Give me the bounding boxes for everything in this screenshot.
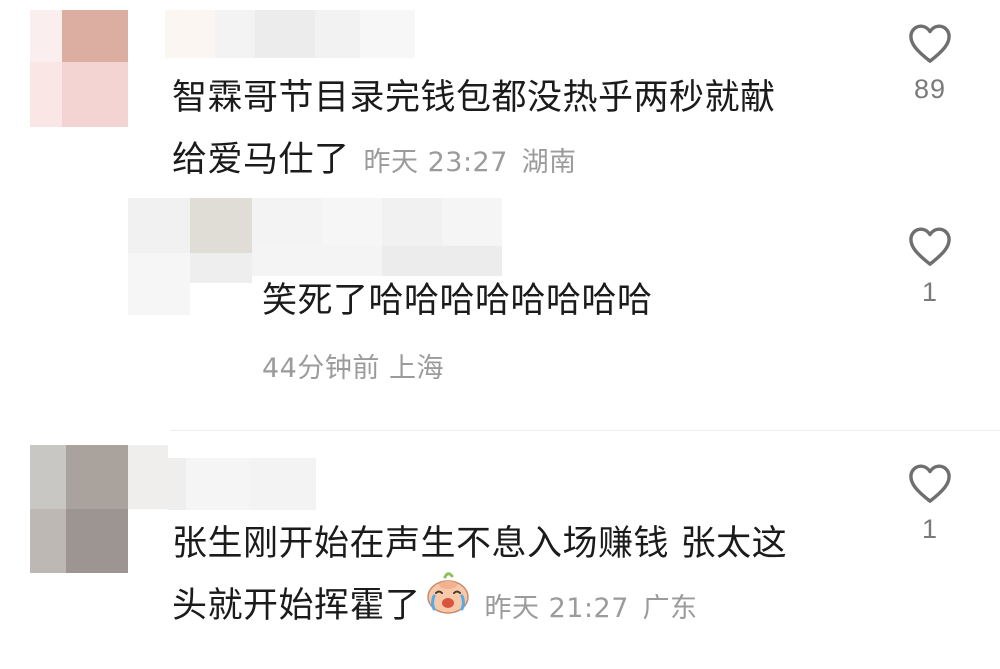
heart-outline-icon <box>900 22 960 64</box>
comment-time: 44分钟前 <box>262 353 380 384</box>
crying-emoji <box>425 571 471 635</box>
comment-body: 张生刚开始在声生不息入场赚钱 张太这 头就开始挥霍了 昨天 21:27 广东 <box>172 513 787 640</box>
like-count: 1 <box>921 514 939 544</box>
like-count: 1 <box>921 277 939 307</box>
comment-body: 智霖哥节目录完钱包都没热乎两秒就献 给爱马仕了 昨天 23:27 湖南 <box>172 67 776 194</box>
like-button[interactable]: 1 <box>900 225 960 308</box>
comment-text-line: 智霖哥节目录完钱包都没热乎两秒就献 <box>172 78 776 118</box>
comment-meta: 44分钟前 上海 <box>262 346 444 385</box>
comment-time: 昨天 21:27 <box>484 593 629 624</box>
divider <box>170 430 1000 431</box>
comment-thread: 智霖哥节目录完钱包都没热乎两秒就献 给爱马仕了 昨天 23:27 湖南 89 笑… <box>0 0 1000 669</box>
like-button[interactable]: 89 <box>900 22 960 105</box>
comment-text-line: 头就开始挥霍了 <box>172 586 421 626</box>
heart-outline-icon <box>900 225 960 267</box>
comment-text-line: 给爱马仕了 <box>172 140 350 180</box>
like-button[interactable]: 1 <box>900 462 960 545</box>
comment-location: 广东 <box>642 593 698 624</box>
comment-location: 上海 <box>388 353 444 384</box>
like-count: 89 <box>913 74 947 104</box>
comment-text-line: 张生刚开始在声生不息入场赚钱 张太这 <box>172 524 788 564</box>
comment-text: 笑死了哈哈哈哈哈哈哈哈 <box>262 281 653 321</box>
comment-location: 湖南 <box>521 147 577 178</box>
heart-outline-icon <box>900 462 960 504</box>
comment-time: 昨天 23:27 <box>363 147 508 178</box>
